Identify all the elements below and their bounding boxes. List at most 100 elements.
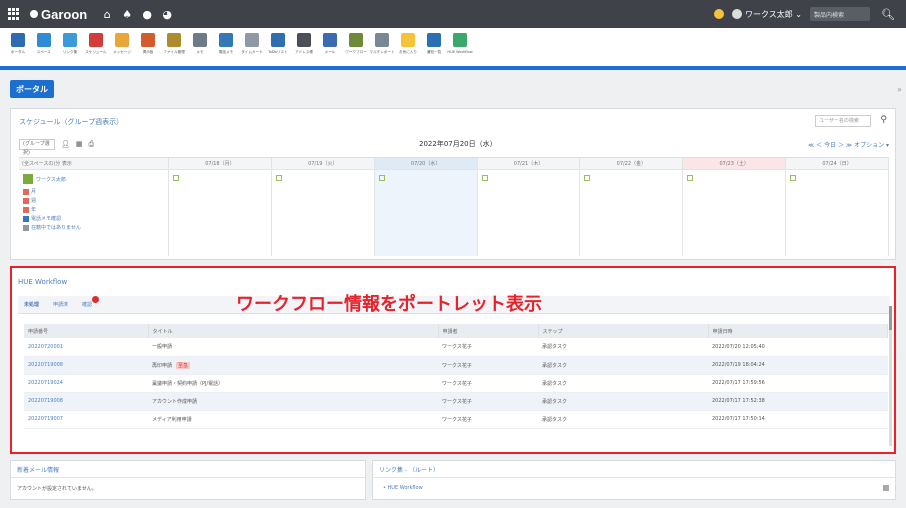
app-14[interactable]: マルチレポート (369, 33, 395, 55)
list-icon[interactable] (883, 485, 889, 491)
cell-title[interactable]: 再印申請 至急 (148, 356, 438, 375)
app-3[interactable]: スケジュール (84, 33, 108, 55)
day-header[interactable]: 07/18（月） (169, 158, 272, 170)
app-2[interactable]: リンク集 (58, 33, 82, 55)
day-header[interactable]: 07/21（木） (477, 158, 581, 170)
cell-title[interactable]: アカウント作成申請 (148, 392, 438, 411)
col-number[interactable]: 申請番号 (24, 324, 149, 338)
cell-applicant: ワークス花子 (438, 410, 538, 429)
col-title[interactable]: タイトル (148, 324, 439, 338)
app-7[interactable]: メモ (188, 33, 212, 55)
add-event-icon[interactable] (584, 175, 591, 181)
cell-title[interactable]: 稟議申請・契約申請（PJ/電話） (148, 374, 438, 393)
table-row[interactable]: 20220719008 再印申請 至急 ワークス花子 承認タスク 2022/07/19 1… (24, 356, 888, 375)
day-cell[interactable] (169, 170, 272, 256)
home-icon[interactable]: ⌂ (101, 8, 113, 21)
global-search-input[interactable]: 製品内検索 (810, 7, 870, 21)
search-icon[interactable]: ⚲ (880, 115, 887, 125)
app-13[interactable]: ワークフロー (344, 33, 368, 55)
scrollbar[interactable] (889, 306, 892, 446)
schedule-title[interactable]: スケジュール（グループ週表示） (19, 117, 123, 127)
day-cell[interactable] (580, 170, 684, 256)
calendar-icon[interactable]: ▦ (76, 140, 83, 148)
app-5[interactable]: 掲示板 (136, 33, 160, 55)
favorite-icon[interactable]: ● (141, 8, 153, 21)
day-cell[interactable] (786, 170, 889, 256)
schedule-nav[interactable]: ≪ ＜ 今日 ＞ ≫ オプション ▾ (808, 140, 889, 149)
link-week[interactable]: 週 (23, 197, 164, 204)
col-applicant[interactable]: 申請者 (438, 324, 539, 338)
user-menu[interactable]: ワークス太郎 ⌄ (731, 9, 802, 20)
app-label: ファイル管理 (163, 49, 185, 54)
more-icon[interactable]: » (897, 85, 902, 94)
table-row[interactable]: 20220719007 メディア利用申請 ワークス花子 承認タスク 2022/07/17… (24, 410, 888, 429)
link-year[interactable]: 年 (23, 206, 164, 213)
table-row[interactable]: 20220720001 一般申請 ワークス花子 承認タスク 2022/07/20 12:… (24, 338, 888, 357)
print-icon[interactable]: ⎙ (89, 140, 95, 149)
app-0[interactable]: ポータル (6, 33, 30, 55)
app-6[interactable]: ファイル管理 (162, 33, 186, 55)
search-icon[interactable]: 🔍︎ (881, 8, 895, 21)
col-date[interactable]: 申請日時 (708, 324, 888, 338)
tab-portal[interactable]: ポータル (10, 80, 54, 98)
app-4[interactable]: メッセージ (110, 33, 134, 55)
app-12[interactable]: メール (318, 33, 342, 55)
cell-number[interactable]: 20220720001 (24, 338, 148, 357)
day-cell[interactable] (683, 170, 787, 256)
day-cell[interactable] (478, 170, 581, 256)
bell-icon[interactable]: ♠ (121, 8, 133, 21)
cell-number[interactable]: 20220719008 (24, 392, 148, 411)
table-row[interactable]: 20220719024 稟議申請・契約申請（PJ/電話） ワークス花子 承認タスク 20… (24, 374, 888, 393)
help-icon[interactable]: ◕ (161, 8, 173, 21)
app-label: お気に入り (399, 49, 417, 54)
cell-title[interactable]: メディア利用申請 (148, 410, 438, 429)
workflow-title[interactable]: HUE Workflow (18, 278, 67, 286)
app-1[interactable]: スペース (32, 33, 56, 55)
day-cell[interactable] (272, 170, 375, 256)
cell-number[interactable]: 20220719008 (24, 356, 148, 375)
tab-confirm[interactable]: 確認 (82, 296, 100, 308)
col-step[interactable]: ステップ (538, 324, 709, 338)
app-17[interactable]: HUE Workflow (447, 33, 473, 54)
add-event-icon[interactable] (790, 175, 797, 181)
group-select[interactable]: (グループ選択) (19, 138, 55, 156)
person-icon[interactable]: 👤︎ (61, 140, 70, 148)
tab-applied[interactable]: 申請済 (53, 301, 68, 308)
table-row[interactable]: 20220719008 アカウント作成申請 ワークス花子 承認タスク 2022/07/1… (24, 392, 888, 411)
add-event-icon[interactable] (378, 175, 385, 181)
user-name[interactable]: ワークス太郎 (23, 174, 164, 184)
app-icon (37, 33, 51, 47)
link-title[interactable]: リンク集 - （ルート） (379, 465, 439, 474)
app-10[interactable]: ToDoリスト (266, 33, 290, 55)
app-menu-icon[interactable] (8, 8, 20, 20)
add-event-icon[interactable] (275, 175, 282, 181)
add-event-icon[interactable] (173, 175, 179, 181)
add-event-icon[interactable] (481, 175, 488, 181)
cell-number[interactable]: 20220719024 (24, 374, 148, 393)
day-header[interactable]: 07/24（日） (786, 158, 889, 170)
user-cell: ワークス太郎 月 週 年 電話メモ確認 在籍中ではありません (19, 170, 169, 256)
app-15[interactable]: お気に入り (396, 33, 420, 55)
tab-unprocessed[interactable]: 未処理 (24, 301, 39, 308)
app-8[interactable]: 電話メモ (214, 33, 238, 55)
day-header-today[interactable]: 07/20（水） (374, 158, 478, 170)
app-16[interactable]: 通知一覧 (422, 33, 446, 55)
day-header[interactable]: 07/19（火） (271, 158, 375, 170)
mail-title[interactable]: 新着メール情報 (17, 465, 59, 474)
app-icon (297, 33, 311, 47)
notification-icon[interactable] (713, 9, 724, 19)
app-9[interactable]: タイムカード (240, 33, 264, 55)
link-phone-memo[interactable]: 電話メモ確認 (23, 215, 164, 222)
cell-number[interactable]: 20220719007 (24, 410, 148, 429)
link-month[interactable]: 月 (23, 188, 164, 195)
day-header-saturday[interactable]: 07/23（土） (683, 158, 787, 170)
add-event-icon[interactable] (687, 175, 694, 181)
link-item[interactable]: • HUE Workflow (383, 485, 423, 491)
day-cell-today[interactable] (374, 170, 478, 256)
cell-title[interactable]: 一般申請 (148, 338, 438, 357)
brand-logo[interactable]: Garoon (30, 7, 87, 22)
app-11[interactable]: アドレス帳 (292, 33, 316, 55)
day-header[interactable]: 07/22（金） (580, 158, 684, 170)
link-presence[interactable]: 在籍中ではありません (23, 224, 164, 231)
user-search-input[interactable]: ユーザー名の検索 (815, 115, 871, 127)
